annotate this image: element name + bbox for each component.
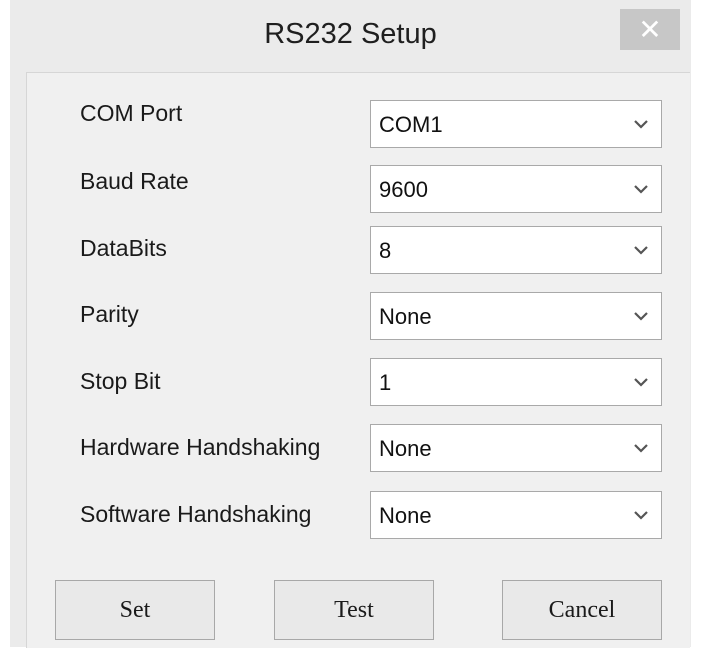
software-handshaking-label: Software Handshaking [80,501,312,527]
parity-select[interactable]: None [370,292,662,340]
baud-rate-label: Baud Rate [80,168,189,194]
parity-value: None [379,304,432,329]
software-handshaking-value: None [379,503,432,528]
title-bar[interactable]: RS232 Setup ✕ [10,0,691,72]
set-button[interactable]: Set [55,580,215,640]
hardware-handshaking-label: Hardware Handshaking [80,434,321,460]
com-port-value: COM1 [379,112,443,137]
chevron-down-icon [634,312,648,321]
stop-bit-value: 1 [379,370,392,395]
software-handshaking-select[interactable]: None [370,491,662,539]
stop-bit-label: Stop Bit [80,368,161,394]
baud-rate-select[interactable]: 9600 [370,165,662,213]
chevron-down-icon [634,511,648,520]
hardware-handshaking-value: None [379,436,432,461]
com-port-select[interactable]: COM1 [370,100,662,148]
window-title: RS232 Setup [264,18,437,50]
hardware-handshaking-select[interactable]: None [370,424,662,472]
databits-select[interactable]: 8 [370,226,662,274]
parity-label: Parity [80,301,139,327]
com-port-label: COM Port [80,100,183,126]
close-button[interactable]: ✕ [620,9,680,50]
close-icon: ✕ [638,13,662,46]
chevron-down-icon [634,246,648,255]
chevron-down-icon [634,185,648,194]
test-button[interactable]: Test [274,580,434,640]
chevron-down-icon [634,444,648,453]
databits-label: DataBits [80,235,167,261]
baud-rate-value: 9600 [379,177,428,202]
cancel-button[interactable]: Cancel [502,580,662,640]
chevron-down-icon [634,120,648,129]
chevron-down-icon [634,378,648,387]
stop-bit-select[interactable]: 1 [370,358,662,406]
databits-value: 8 [379,238,392,263]
